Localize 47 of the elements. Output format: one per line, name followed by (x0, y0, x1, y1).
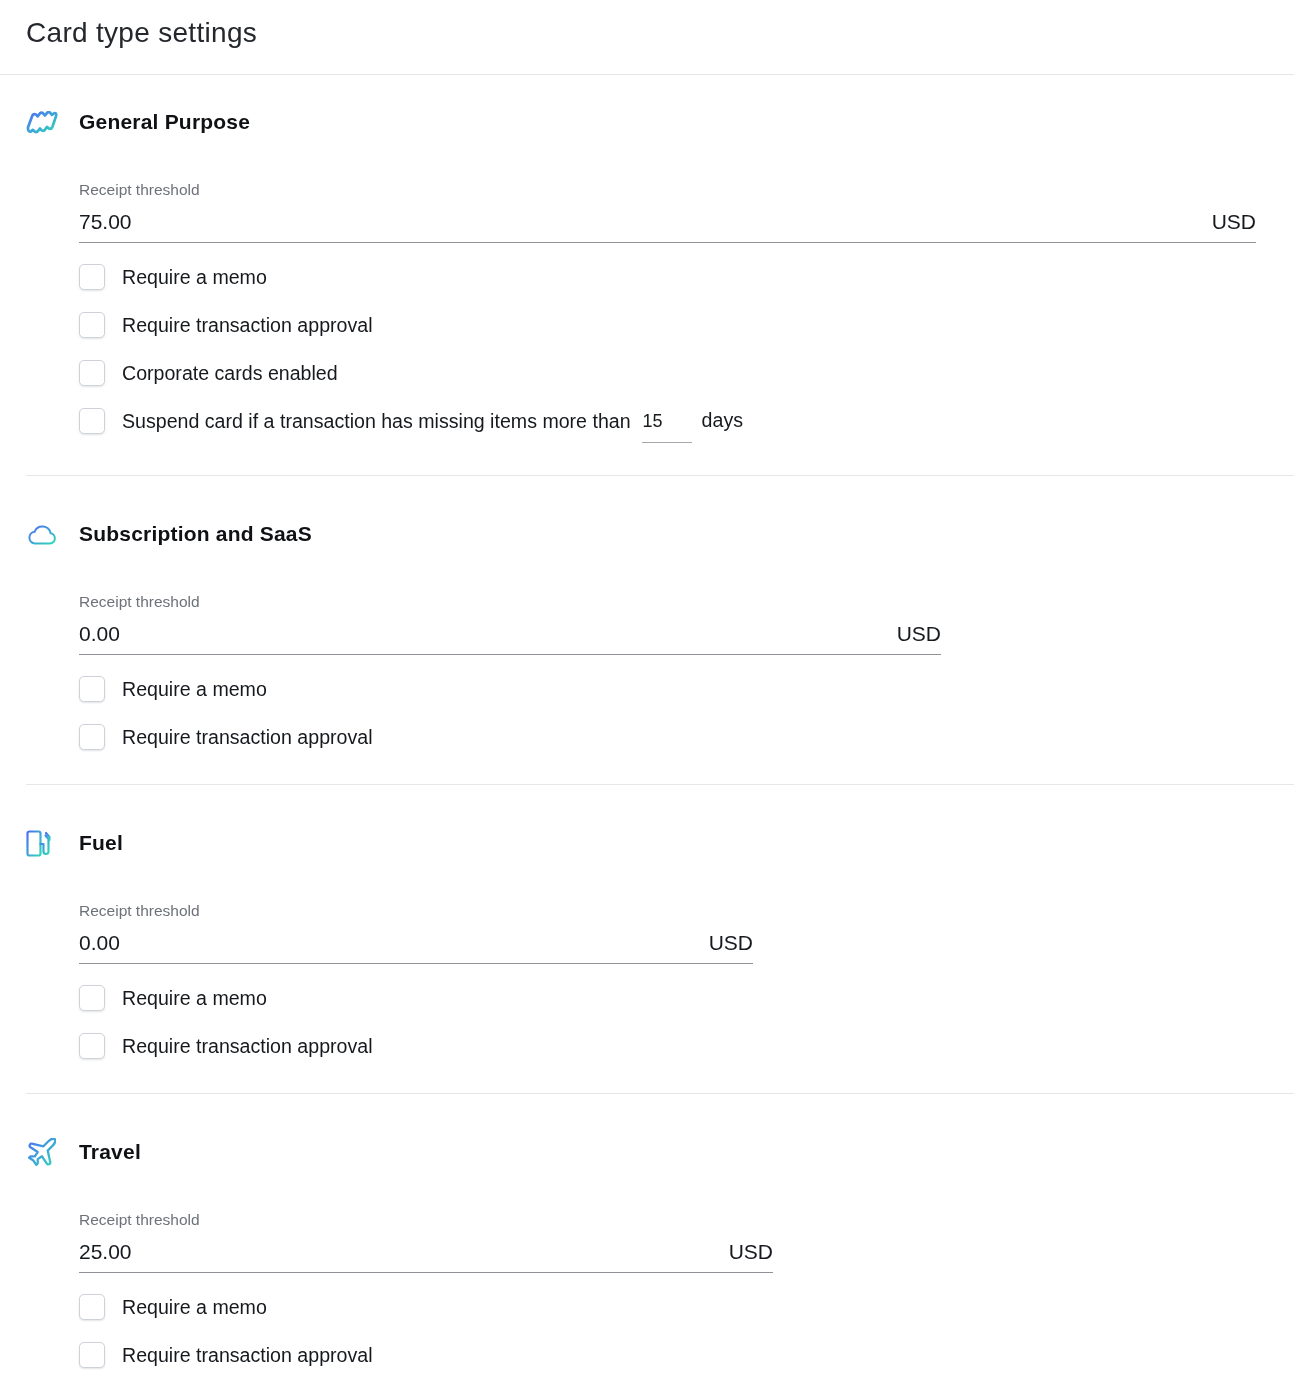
checkbox[interactable] (79, 1033, 105, 1059)
checkbox-label: Require transaction approval (122, 313, 373, 337)
checkbox[interactable] (79, 312, 105, 338)
checkbox-label: Suspend card if a transaction has missing items more than (122, 409, 631, 433)
amount-input[interactable]: 0.00 (79, 929, 709, 957)
checkbox-label: Require a memo (122, 265, 267, 289)
checkbox[interactable] (79, 724, 105, 750)
fuel-pump-icon (26, 829, 52, 857)
checkbox[interactable] (79, 676, 105, 702)
amount-field[interactable]: 0.00 USD (79, 620, 941, 655)
card-type-heading: General Purpose (79, 110, 251, 134)
amount-input[interactable]: 0.00 (79, 620, 897, 648)
field-label: Receipt threshold (79, 180, 200, 200)
checkbox[interactable] (79, 360, 105, 386)
amount-field[interactable]: 25.00 USD (79, 1238, 773, 1273)
card-type-heading: Travel (79, 1140, 141, 1164)
checkbox[interactable] (79, 1294, 105, 1320)
days-input[interactable]: 15 (641, 409, 692, 443)
checkbox[interactable] (79, 408, 105, 434)
checkbox-label: Require a memo (122, 1295, 267, 1319)
amount-input[interactable]: 25.00 (79, 1238, 729, 1266)
zigzag-icon (26, 110, 58, 134)
page-title: Card type settings (26, 17, 258, 49)
currency-label: USD (1211, 210, 1256, 234)
checkbox[interactable] (79, 1342, 105, 1368)
checkbox-label: Require a memo (122, 677, 267, 701)
checkbox-label: Corporate cards enabled (122, 361, 338, 385)
checkbox[interactable] (79, 985, 105, 1011)
checkbox[interactable] (79, 264, 105, 290)
card-type-heading: Subscription and SaaS (79, 522, 312, 546)
card-type-heading: Fuel (79, 831, 123, 855)
currency-label: USD (728, 1240, 773, 1264)
amount-input[interactable]: 75.00 (79, 208, 1212, 236)
amount-field[interactable]: 75.00 USD (79, 208, 1256, 243)
field-label: Receipt threshold (79, 1210, 200, 1230)
amount-field[interactable]: 0.00 USD (79, 929, 753, 964)
checkbox-label: Require transaction approval (122, 725, 373, 749)
checkbox-label: Require transaction approval (122, 1034, 373, 1058)
airplane-icon (28, 1138, 56, 1166)
currency-label: USD (896, 622, 941, 646)
checkbox-label: Require transaction approval (122, 1343, 373, 1367)
field-label: Receipt threshold (79, 901, 200, 921)
checkbox-label: Require a memo (122, 986, 267, 1010)
field-label: Receipt threshold (79, 592, 200, 612)
cloud-icon (26, 523, 58, 545)
unit-label: days (701, 408, 743, 432)
currency-label: USD (708, 931, 753, 955)
